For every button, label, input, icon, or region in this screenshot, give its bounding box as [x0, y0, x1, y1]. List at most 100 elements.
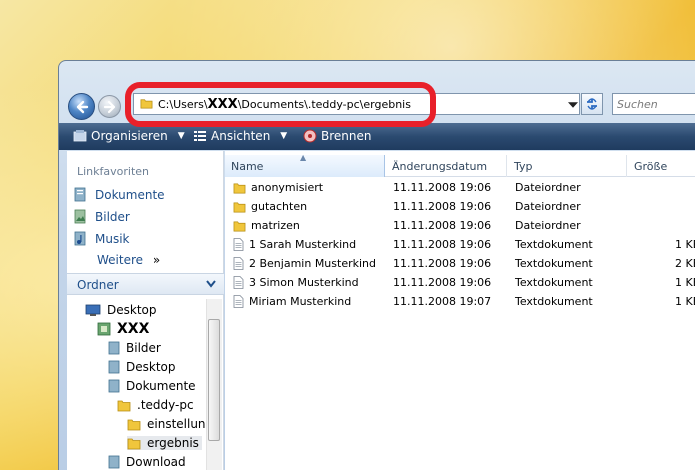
file-date: 11.11.2008 19:06	[393, 276, 492, 289]
file-list-pane: ▲ Name Änderungsdatum Typ Größe anonymis…	[225, 151, 695, 470]
file-size: 1 KB	[675, 276, 695, 289]
folder-icon	[233, 220, 246, 231]
file-row[interactable]: 2 Benjamin Musterkind 11.11.2008 19:06 Tex…	[225, 254, 695, 273]
file-type: Textdokument	[515, 257, 593, 270]
text-document-icon	[233, 295, 244, 308]
tree-label: Bilder	[126, 341, 161, 355]
text-document-icon	[233, 257, 244, 270]
pictures-folder-icon	[108, 341, 120, 355]
file-row[interactable]: anonymisiert 11.11.2008 19:06 Dateiordner	[225, 178, 695, 197]
burn-button[interactable]: Brennen	[303, 129, 371, 143]
tree-item-download[interactable]: Download	[108, 455, 186, 469]
organize-icon	[73, 130, 87, 142]
folder-icon	[127, 419, 141, 430]
music-icon	[74, 231, 86, 246]
user-folder-icon	[97, 322, 111, 336]
file-row[interactable]: gutachten 11.11.2008 19:06 Dateiordner	[225, 197, 695, 216]
sort-up-icon: ▲	[300, 153, 307, 162]
tree-label: Dokumente	[126, 379, 196, 393]
arrow-left-icon	[76, 100, 89, 114]
tree-item-pictures[interactable]: Bilder	[108, 341, 161, 355]
file-name-cell: anonymisiert	[233, 181, 323, 194]
file-name: 3 Simon Musterkind	[249, 276, 359, 289]
folder-icon	[233, 182, 246, 193]
caret-down-icon: ▼	[177, 131, 185, 141]
file-date: 11.11.2008 19:06	[393, 238, 492, 251]
tree-item-ergebnis[interactable]: ergebnis	[127, 436, 202, 450]
search-placeholder: Suchen	[617, 98, 658, 111]
folders-header[interactable]: Ordner	[67, 273, 224, 295]
tree-scrollbar-thumb[interactable]	[208, 319, 220, 441]
column-date[interactable]: Änderungsdatum	[386, 155, 507, 177]
tree-label: Download	[126, 455, 186, 469]
column-label: Änderungsdatum	[392, 160, 488, 173]
file-date: 11.11.2008 19:06	[393, 257, 492, 270]
file-name-cell: 3 Simon Musterkind	[233, 276, 359, 289]
tree-item-documents[interactable]: Dokumente	[108, 379, 196, 393]
organize-label: Organisieren	[91, 129, 168, 143]
file-type: Textdokument	[515, 276, 593, 289]
text-document-icon	[233, 238, 244, 251]
tree-item-teddy-pc[interactable]: .teddy-pc	[117, 398, 194, 412]
file-name: Miriam Musterkind	[249, 295, 352, 308]
burn-disc-icon	[303, 129, 317, 143]
back-button[interactable]	[68, 93, 95, 120]
file-name: 1 Sarah Musterkind	[249, 238, 357, 251]
file-row[interactable]: 3 Simon Musterkind 11.11.2008 19:06 Textdo…	[225, 273, 695, 292]
more-label: Weitere	[97, 253, 144, 267]
folders-heading: Ordner	[77, 278, 119, 292]
desktop-folder-icon	[108, 360, 120, 374]
burn-label: Brennen	[321, 129, 372, 143]
column-type[interactable]: Typ	[508, 155, 627, 177]
file-type: Textdokument	[515, 295, 593, 308]
tree-item-user[interactable]: XXX	[97, 321, 149, 337]
chevron-down-icon[interactable]	[568, 101, 578, 109]
documents-folder-icon	[108, 379, 120, 393]
forward-button[interactable]	[98, 95, 121, 118]
organize-button[interactable]: Organisieren ▼	[73, 129, 185, 143]
file-size: 1 KB	[675, 295, 695, 308]
column-header-row: ▲ Name Änderungsdatum Typ Größe	[225, 153, 695, 177]
refresh-button[interactable]	[581, 93, 603, 115]
column-name[interactable]: ▲ Name	[225, 153, 385, 177]
file-type: Dateiordner	[515, 181, 581, 194]
file-type: Dateiordner	[515, 219, 581, 232]
tree-item-desktop-folder[interactable]: Desktop	[108, 360, 176, 374]
double-chevron-icon: »	[152, 253, 161, 267]
command-toolbar: Organisieren ▼ Ansichten ▼ Brennen	[59, 123, 695, 150]
file-type: Dateiordner	[515, 200, 581, 213]
file-name-cell: 1 Sarah Musterkind	[233, 238, 356, 251]
file-date: 11.11.2008 19:07	[393, 295, 492, 308]
views-icon	[194, 131, 206, 141]
file-row[interactable]: 1 Sarah Musterkind 11.11.2008 19:06 Textdo…	[225, 235, 695, 254]
column-size[interactable]: Größe	[628, 155, 695, 177]
documents-icon	[74, 187, 86, 202]
favorite-pictures[interactable]: Bilder	[73, 209, 130, 224]
search-input[interactable]: Suchen	[612, 93, 695, 115]
favorite-music[interactable]: Musik	[73, 231, 130, 246]
file-size: 1 KB	[675, 238, 695, 251]
views-button[interactable]: Ansichten ▼	[193, 129, 287, 143]
tree-item-desktop[interactable]: Desktop	[85, 303, 157, 317]
tree-label: Desktop	[107, 303, 157, 317]
favorite-label: Dokumente	[95, 187, 165, 202]
folder-open-icon	[127, 438, 141, 449]
arrow-right-icon	[103, 100, 116, 114]
column-label: Name	[231, 160, 264, 173]
file-row[interactable]: Miriam Musterkind 11.11.2008 19:07 Textdok…	[225, 292, 695, 311]
tree-item-einstellung[interactable]: einstellung	[127, 417, 213, 431]
file-size: 2 KB	[675, 257, 695, 270]
file-row[interactable]: matrizen 11.11.2008 19:06 Dateiordner	[225, 216, 695, 235]
favorite-label: Bilder	[95, 209, 130, 224]
tree-label: einstellung	[147, 417, 214, 431]
favorites-heading: Linkfavoriten	[77, 165, 150, 178]
chevron-down-icon[interactable]	[206, 280, 216, 288]
favorite-documents[interactable]: Dokumente	[73, 187, 165, 202]
tree-label: XXX	[117, 321, 150, 337]
caret-down-icon: ▼	[280, 131, 288, 141]
file-name: gutachten	[251, 200, 308, 213]
tree-label: Desktop	[126, 360, 176, 374]
file-name-cell: Miriam Musterkind	[233, 295, 351, 308]
file-name: anonymisiert	[251, 181, 324, 194]
more-favorites-link[interactable]: Weitere »	[97, 253, 160, 267]
